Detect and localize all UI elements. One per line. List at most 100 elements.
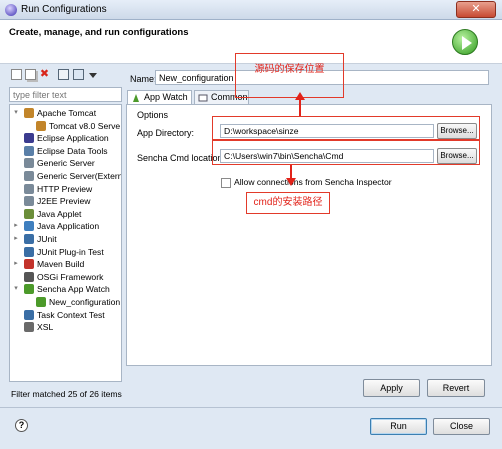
sencha-icon	[131, 93, 141, 103]
browse-sencha-cmd-button[interactable]: Browse...	[437, 148, 477, 164]
tomcat-icon	[36, 120, 46, 131]
new-config-icon[interactable]	[11, 69, 22, 80]
tree-item[interactable]: Eclipse Data Tools	[10, 145, 121, 157]
tree-item[interactable]: HTTP Preview	[10, 183, 121, 195]
expand-icon[interactable]: ▸	[12, 220, 20, 232]
options-label: Options	[137, 110, 169, 120]
filter-match-count: Filter matched 25 of 26 items	[11, 389, 122, 399]
tree-item[interactable]: OSGi Framework	[10, 271, 121, 283]
run-button[interactable]: Run	[370, 418, 427, 435]
maven-icon	[24, 259, 34, 270]
junit-icon	[24, 234, 34, 244]
inspector-checkbox-label: Allow connections from Sencha Inspector	[234, 177, 392, 187]
annotation-arrow-down	[286, 178, 296, 186]
footer-divider	[0, 407, 502, 408]
tree-item-label: Generic Server(Extern	[37, 171, 122, 181]
expand-icon[interactable]: ▸	[12, 258, 20, 270]
tree-item-label: HTTP Preview	[37, 183, 93, 194]
help-icon[interactable]: ?	[15, 419, 28, 432]
dialog-header: Create, manage, and run configurations	[0, 20, 502, 64]
task-context-icon	[24, 309, 34, 320]
sencha-cmd-field[interactable]	[220, 149, 434, 163]
app-directory-label: App Directory:	[137, 128, 195, 138]
tree-item-label: Task Context Test	[37, 309, 105, 320]
tab-label: Common	[211, 92, 248, 102]
tree-item[interactable]: Generic Server	[10, 157, 121, 169]
config-list-pane: ✖ XSL Task Context Test New_configuration ▾…	[9, 67, 122, 403]
sencha-icon	[36, 297, 46, 307]
j2ee-icon	[24, 196, 34, 207]
config-editor: Name: App Watch Common Options App Direc…	[126, 67, 492, 403]
tree-item[interactable]: XSL	[10, 321, 121, 333]
tree-item[interactable]: Eclipse Application	[10, 132, 121, 144]
eclipse-icon	[24, 133, 34, 144]
filter-input[interactable]	[9, 87, 122, 102]
sencha-cmd-label: Sencha Cmd location:	[137, 153, 226, 163]
tree-item-label: Sencha App Watch	[37, 284, 110, 295]
apply-button[interactable]: Apply	[363, 379, 420, 397]
tree-item[interactable]: Task Context Test	[10, 309, 121, 321]
tree-item-label: New_configuration	[49, 297, 121, 307]
dialog-heading: Create, manage, and run configurations	[9, 27, 189, 38]
tree-item[interactable]: Tomcat v8.0 Serve	[10, 120, 121, 132]
tree-item[interactable]: ▾ Sencha App Watch	[10, 283, 121, 295]
tree-item[interactable]: J2EE Preview	[10, 195, 121, 207]
tree-item-label: Maven Build	[37, 259, 85, 270]
tree-item-label: Java Applet	[37, 208, 82, 219]
tree-item-label: Eclipse Data Tools	[37, 145, 108, 156]
collapse-all-icon[interactable]	[58, 69, 69, 80]
annotation-arrow-up	[295, 92, 305, 100]
browse-app-directory-button[interactable]: Browse...	[437, 123, 477, 139]
app-directory-field[interactable]	[220, 124, 434, 138]
window-close-button[interactable]: ✕	[456, 1, 496, 18]
tree-item-label: Java Application	[37, 221, 100, 232]
window-title: Run Configurations	[21, 4, 107, 15]
name-field[interactable]	[155, 70, 489, 85]
name-label: Name:	[130, 74, 157, 84]
eclipse-icon	[5, 4, 17, 16]
view-menu-icon[interactable]	[89, 73, 97, 78]
app-watch-panel: Options App Directory: Browse... Sencha …	[126, 104, 492, 366]
common-tab-icon	[198, 93, 208, 103]
close-button[interactable]: Close	[433, 418, 490, 435]
tree-item[interactable]: New_configuration	[10, 296, 121, 308]
tree-item[interactable]: JUnit Plug-in Test	[10, 246, 121, 258]
run-icon	[452, 29, 478, 55]
tab-app-watch[interactable]: App Watch	[127, 90, 192, 105]
revert-button[interactable]: Revert	[427, 379, 485, 397]
tree-item-label: Tomcat v8.0 Serve	[49, 120, 121, 131]
annotation-arrow-up-shaft	[299, 100, 301, 116]
junit-plugin-icon	[24, 246, 34, 257]
delete-icon[interactable]: ✖	[39, 69, 50, 80]
sencha-icon	[24, 284, 34, 295]
config-toolbar: ✖	[9, 67, 122, 85]
tree-item[interactable]: ▸ JUnit	[10, 233, 121, 245]
inspector-checkbox[interactable]	[221, 178, 231, 188]
server-icon	[24, 171, 34, 181]
tab-label: App Watch	[144, 92, 188, 102]
server-icon	[24, 158, 34, 169]
filter-icon[interactable]	[73, 69, 84, 80]
xsl-icon	[24, 322, 34, 333]
duplicate-icon[interactable]	[25, 69, 36, 80]
tree-item-label: Generic Server	[37, 158, 95, 169]
http-icon	[24, 183, 34, 194]
expand-icon[interactable]: ▸	[12, 233, 20, 245]
title-bar: Run Configurations ✕	[0, 0, 502, 20]
tree-item[interactable]: Java Applet	[10, 208, 121, 220]
tree-item[interactable]: ▾ Apache Tomcat	[10, 107, 121, 119]
tree-item-label: Eclipse Application	[37, 133, 109, 144]
collapse-icon[interactable]: ▾	[12, 107, 20, 119]
tree-item-label: Apache Tomcat	[37, 108, 97, 118]
tomcat-icon	[24, 108, 34, 118]
data-tools-icon	[24, 145, 34, 156]
tab-common[interactable]: Common	[194, 90, 249, 104]
java-app-icon	[24, 221, 34, 232]
tree-item[interactable]: ▸ Java Application	[10, 220, 121, 232]
annotation-arrow-down-shaft	[290, 165, 292, 179]
collapse-icon[interactable]: ▾	[12, 283, 20, 295]
tree-item[interactable]: ▸ Maven Build	[10, 258, 121, 270]
config-tree: XSL Task Context Test New_configuration ▾ Se…	[9, 104, 122, 382]
tree-item[interactable]: Generic Server(Extern	[10, 170, 121, 182]
osgi-icon	[24, 271, 34, 282]
